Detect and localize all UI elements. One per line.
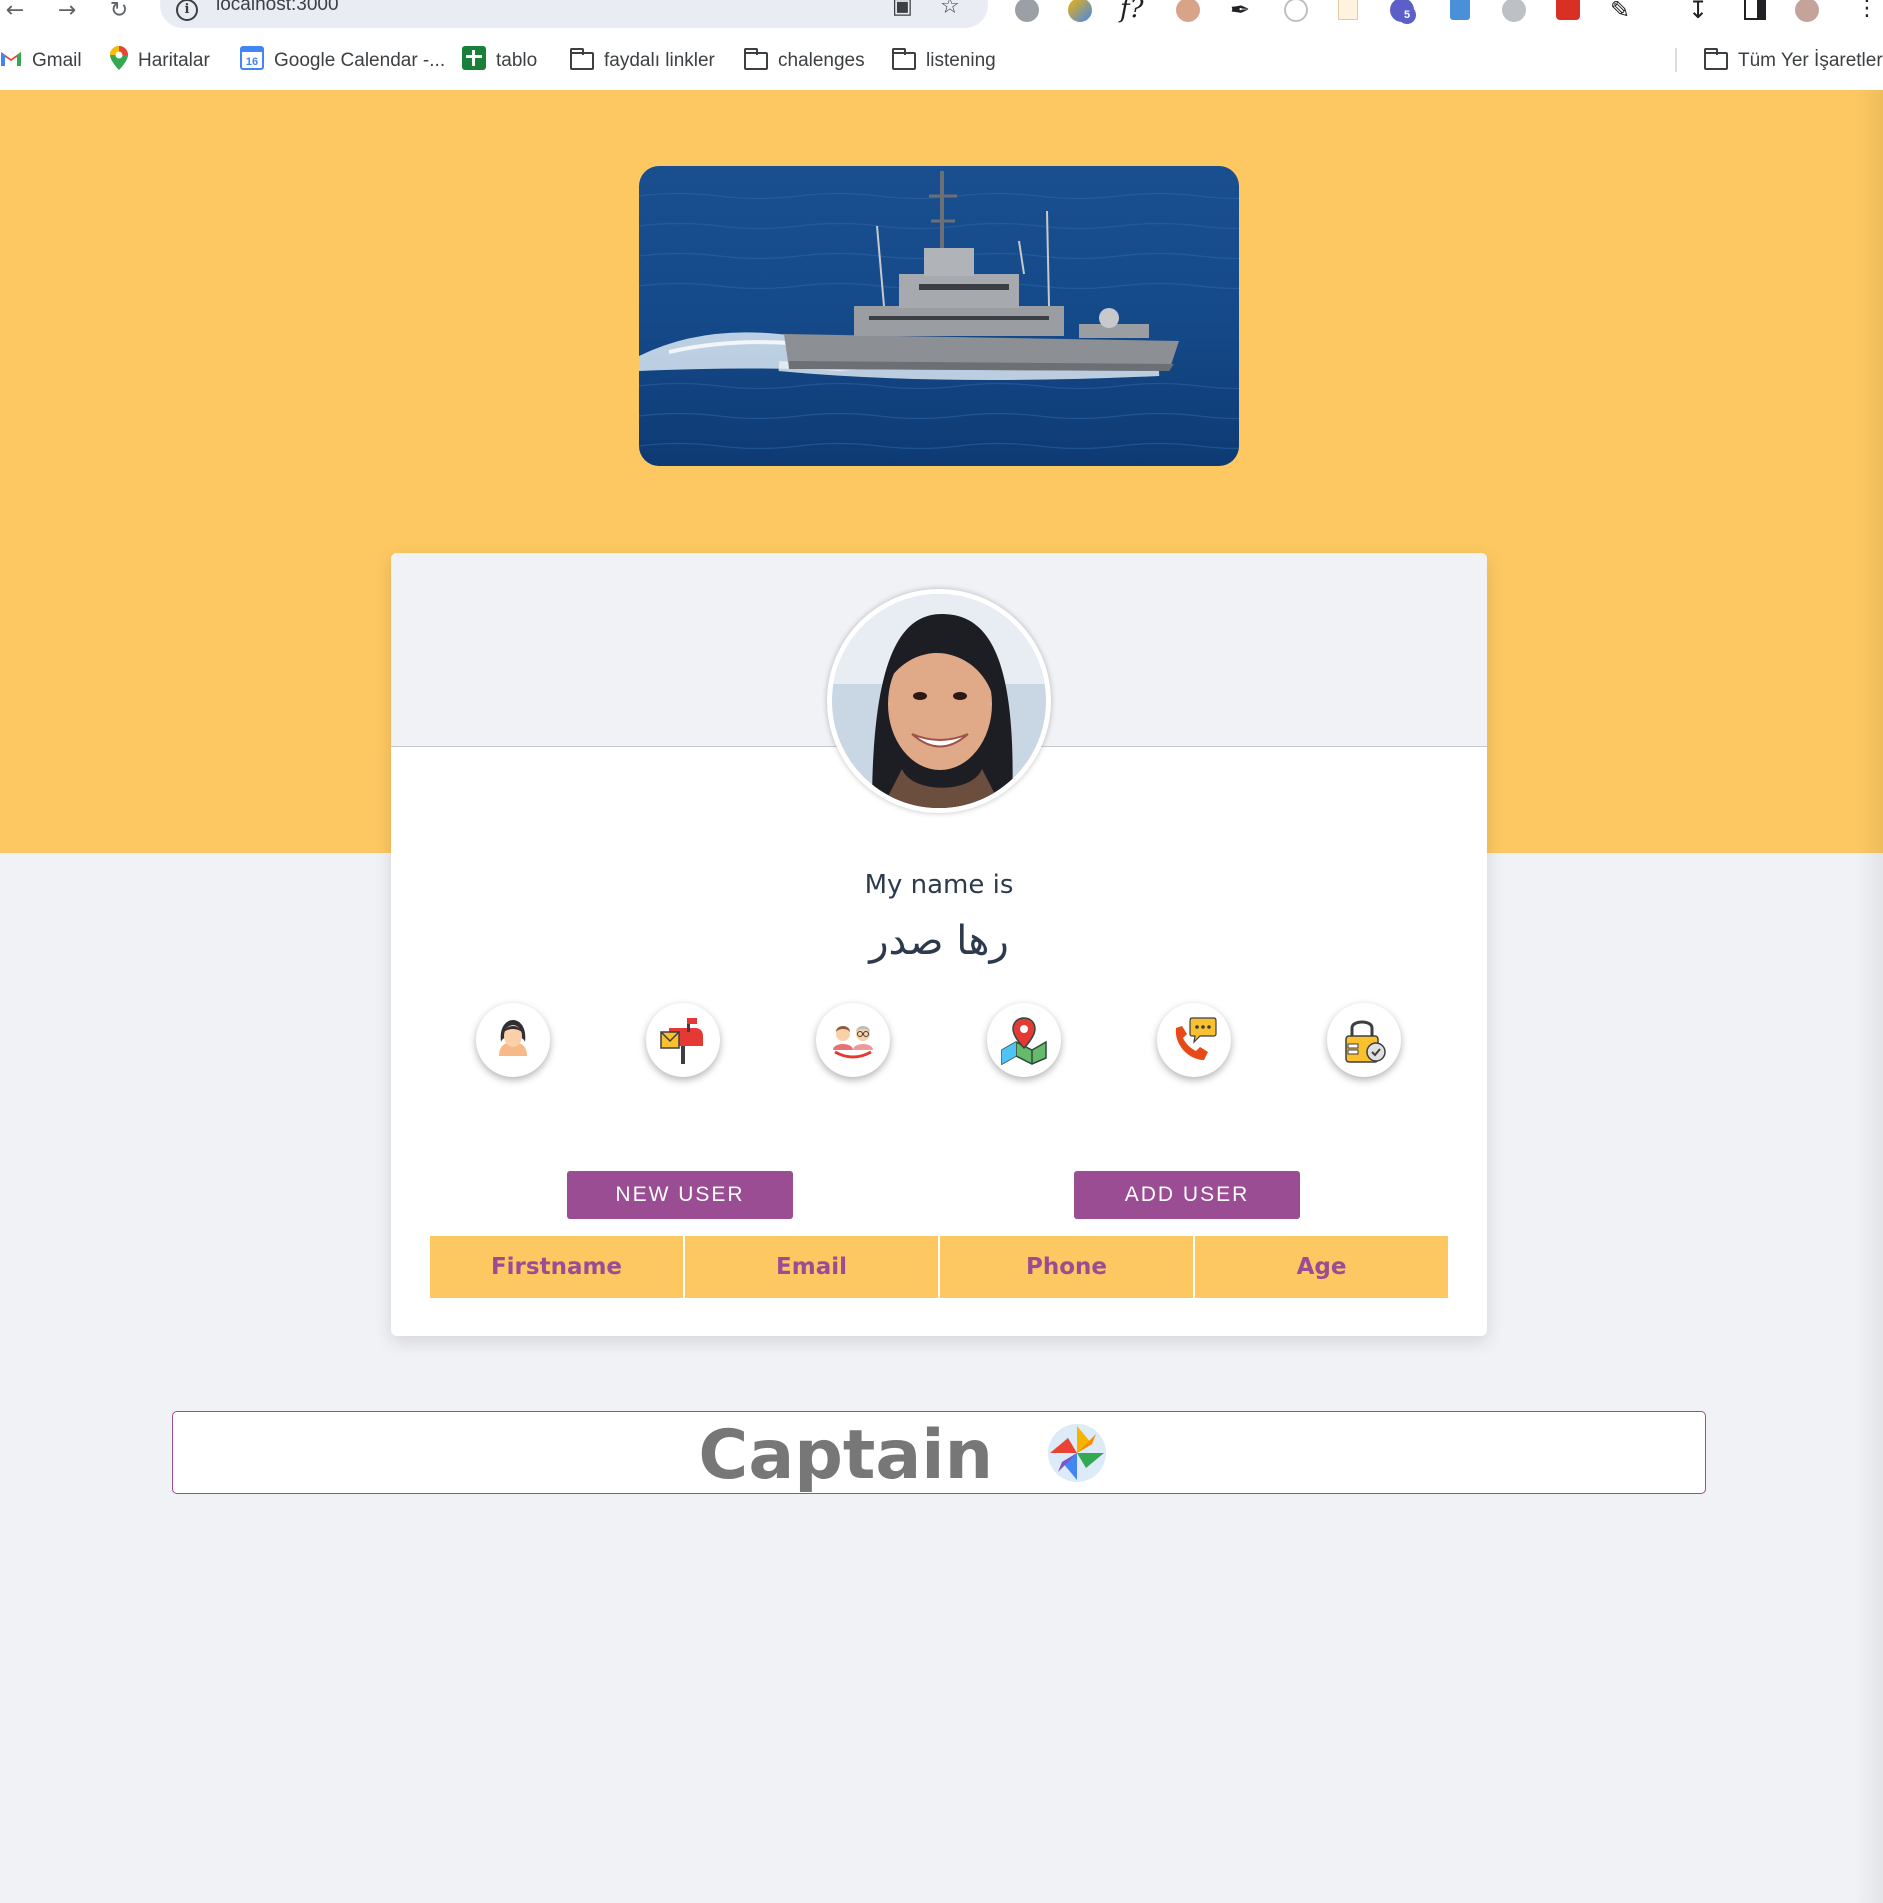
column-header-email: Email <box>685 1236 938 1298</box>
bookmark-star-icon[interactable]: ☆ <box>940 0 960 19</box>
bookmark-label: Haritalar <box>138 50 210 71</box>
reader-extension-icon[interactable] <box>1450 0 1470 20</box>
globe-extension-icon[interactable] <box>1502 0 1526 22</box>
download-icon[interactable]: ↧ <box>1688 0 1708 24</box>
pinwheel-logo-icon <box>1046 1422 1108 1484</box>
bookmark-label: listening <box>926 50 996 71</box>
folder-icon <box>1704 48 1728 70</box>
side-panel-icon[interactable] <box>1744 0 1766 20</box>
forward-icon[interactable]: → <box>52 0 82 26</box>
bookmark-google-calendar[interactable]: 16 Google Calendar -... <box>240 46 446 76</box>
location-icon-button[interactable] <box>987 1003 1061 1077</box>
password-icon-button[interactable] <box>1327 1003 1401 1077</box>
folder-icon <box>570 48 594 70</box>
users-table-header: Firstname Email Phone Age <box>430 1236 1448 1298</box>
eyedropper-extension-icon[interactable]: ✒ <box>1230 0 1250 24</box>
bookmark-all-bookmarks[interactable]: Tüm Yer İşaretleri <box>1704 48 1883 74</box>
profile-card: My name is رها صدر NEW USER ADD USER Fir… <box>391 553 1487 1336</box>
user-icon <box>499 1020 527 1056</box>
install-app-icon[interactable]: ▣ <box>892 0 913 19</box>
bookmark-listening[interactable]: listening <box>892 48 996 74</box>
reload-icon[interactable]: ↻ <box>104 0 134 26</box>
back-icon[interactable]: ← <box>0 0 30 26</box>
bookmark-gmail[interactable]: Gmail <box>0 48 82 74</box>
site-info-icon[interactable]: i <box>176 0 198 21</box>
scrollbar-track[interactable] <box>1855 90 1883 1903</box>
bookmark-label: faydalı linkler <box>604 50 715 71</box>
column-header-phone: Phone <box>940 1236 1193 1298</box>
extension-badge: 5 <box>1398 6 1416 24</box>
maps-icon <box>110 46 128 76</box>
bookmark-tablo[interactable]: tablo <box>462 46 538 76</box>
red-extension-icon[interactable] <box>1556 0 1580 20</box>
bookmark-label: Tüm Yer İşaretleri <box>1738 50 1883 71</box>
column-header-firstname: Firstname <box>430 1236 683 1298</box>
user-name: رها صدر <box>869 918 1009 964</box>
note-extension-icon[interactable] <box>1338 0 1358 20</box>
browser-toolbar: ← → ↻ i localhost:3000 ▣ ☆ f? ✒ 5 ✎ ↧ ⋮ <box>0 0 1883 30</box>
age-icon-button[interactable] <box>816 1003 890 1077</box>
bookmark-label: Google Calendar -... <box>274 50 446 71</box>
svg-text:16: 16 <box>246 56 258 68</box>
bookmark-faydali-linkler[interactable]: faydalı linkler <box>570 48 715 74</box>
folder-icon <box>744 48 768 70</box>
extensions-puzzle-icon[interactable]: ✎ <box>1610 0 1630 24</box>
lock-icon <box>1345 1020 1386 1063</box>
age-icon <box>833 1026 873 1059</box>
bug-extension-icon[interactable] <box>1015 0 1039 22</box>
user-icon-button[interactable] <box>476 1003 550 1077</box>
footer-brand: Captain <box>172 1411 1706 1495</box>
address-url[interactable]: localhost:3000 <box>216 0 339 16</box>
menu-kebab-icon[interactable]: ⋮ <box>1856 0 1878 21</box>
bookmark-label: tablo <box>496 50 538 71</box>
bookmark-label: chalenges <box>778 50 865 71</box>
bookmarks-divider <box>1675 48 1677 72</box>
calendar-icon: 16 <box>240 46 264 76</box>
name-intro: My name is <box>864 870 1014 900</box>
formula-extension-icon[interactable]: f? <box>1120 0 1144 24</box>
sheets-icon <box>462 46 486 76</box>
map-icon <box>1001 1017 1047 1066</box>
gmail-icon <box>0 49 22 73</box>
column-header-age: Age <box>1195 1236 1448 1298</box>
bookmark-label: Gmail <box>32 50 82 71</box>
bookmark-haritalar[interactable]: Haritalar <box>110 46 210 76</box>
bookmarks-bar: Gmail Haritalar 16 Google Calendar -... … <box>0 30 1883 90</box>
add-user-button[interactable]: ADD USER <box>1074 1171 1300 1219</box>
avatar-photo <box>832 594 1046 808</box>
bookmark-chalenges[interactable]: chalenges <box>744 48 865 74</box>
folder-icon <box>892 48 916 70</box>
ship-image <box>639 166 1239 466</box>
compass-extension-icon[interactable] <box>1284 0 1308 22</box>
avatar <box>827 589 1051 813</box>
profile-avatar[interactable] <box>1795 0 1819 22</box>
brand-name: Captain <box>698 1416 993 1495</box>
mailbox-icon <box>660 1018 703 1064</box>
color-extension-icon[interactable] <box>1068 0 1092 22</box>
owl-extension-icon[interactable] <box>1176 0 1200 22</box>
new-user-button[interactable]: NEW USER <box>567 1171 793 1219</box>
phone-icon <box>1175 1017 1217 1060</box>
phone-icon-button[interactable] <box>1157 1003 1231 1077</box>
address-bar[interactable]: i localhost:3000 ▣ ☆ <box>160 0 988 28</box>
email-icon-button[interactable] <box>646 1003 720 1077</box>
